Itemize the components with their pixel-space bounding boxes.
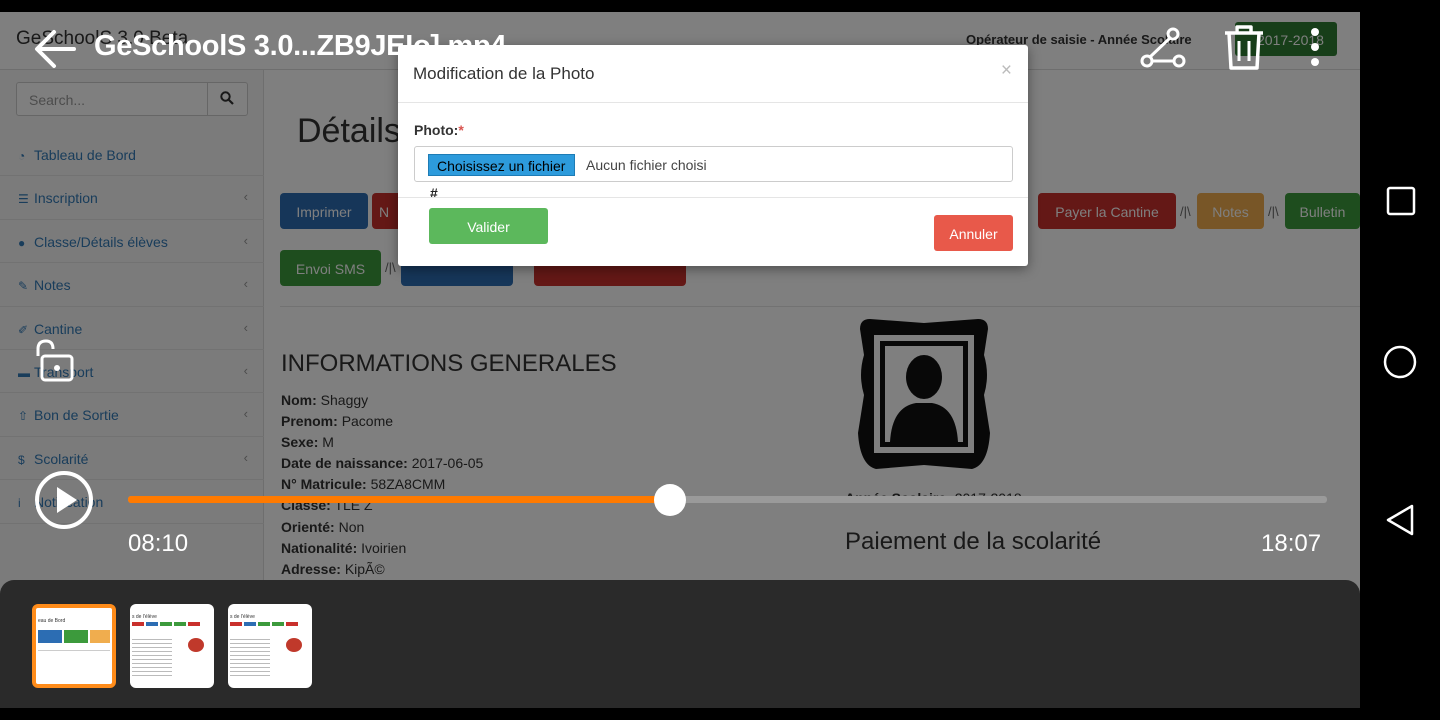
thumbnail-caption: s de l'élève — [230, 614, 255, 620]
lock-button[interactable] — [34, 338, 76, 387]
arrow-left-icon — [35, 30, 76, 68]
photo-label-text: Photo: — [414, 122, 459, 138]
photo-field-label: Photo:* — [414, 122, 464, 138]
video-thumbnail[interactable]: s de l'élève — [130, 604, 214, 688]
more-button[interactable] — [1300, 26, 1330, 73]
choose-file-button: Choisissez un fichier — [428, 154, 576, 176]
thumbnail-caption: s de l'élève — [132, 614, 157, 620]
home-icon — [1383, 345, 1417, 379]
play-icon — [35, 471, 93, 529]
system-nav-bar — [1360, 0, 1440, 720]
back-icon — [1386, 504, 1414, 536]
video-thumbnail[interactable]: s de l'élève — [228, 604, 312, 688]
share-icon — [1140, 27, 1186, 68]
thumbnail-caption: eau de Bord — [38, 618, 66, 624]
file-input: Choisissez un fichier Aucun fichier choi… — [414, 146, 1013, 182]
play-button[interactable] — [34, 470, 94, 535]
seek-bar[interactable] — [128, 484, 1327, 516]
system-back-button[interactable] — [1384, 503, 1416, 542]
seek-thumb[interactable] — [653, 484, 686, 516]
modal-divider — [398, 197, 1028, 198]
seek-progress — [128, 496, 670, 503]
cancel-button: Annuler — [934, 215, 1013, 251]
validate-button: Valider — [429, 208, 548, 244]
back-button[interactable] — [32, 26, 78, 77]
recents-icon — [1386, 186, 1416, 216]
close-icon: × — [1000, 60, 1012, 81]
thumbnail-strip: eau de Bord s de l'élève s de l'élève — [0, 580, 1360, 708]
video-title: GeSchoolS 3.0...ZB9JEIo].mp4 — [94, 30, 507, 62]
hash-mark: # — [430, 185, 438, 201]
recents-button[interactable] — [1386, 186, 1416, 221]
home-button[interactable] — [1382, 344, 1418, 385]
file-status: Aucun fichier choisi — [586, 157, 707, 173]
total-time: 18:07 — [1261, 530, 1322, 557]
photo-modal: Modification de la Photo × Photo:* Chois… — [398, 45, 1028, 266]
video-thumbnail[interactable]: eau de Bord — [32, 604, 116, 688]
more-vertical-icon — [1311, 28, 1319, 66]
required-mark: * — [458, 122, 464, 138]
unlock-icon — [36, 339, 74, 382]
modal-title: Modification de la Photo — [413, 64, 595, 83]
current-time: 08:10 — [128, 530, 189, 557]
trash-icon — [1225, 25, 1263, 70]
delete-button[interactable] — [1222, 24, 1266, 77]
share-button[interactable] — [1139, 26, 1187, 77]
